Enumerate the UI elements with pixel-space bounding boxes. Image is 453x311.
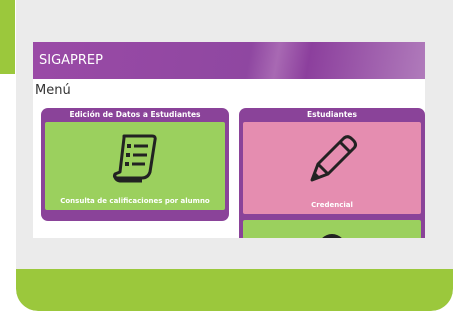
tile-label: Credencial <box>311 201 353 209</box>
menu-title: Menú <box>35 83 71 98</box>
tile-partial[interactable] <box>243 220 421 238</box>
accent-strip <box>0 0 15 74</box>
card-footer <box>16 269 453 311</box>
tile-consulta-calificaciones[interactable]: Consulta de calificaciones por alumno <box>45 122 225 210</box>
app-header: SIGAPREP <box>33 42 425 79</box>
panel-header: Estudiantes <box>307 110 357 119</box>
panel-header: Edición de Datos a Estudiantes <box>69 110 201 119</box>
tile-label: Consulta de calificaciones por alumno <box>60 197 210 205</box>
app-title: SIGAPREP <box>39 53 103 68</box>
panel-edicion-datos: Edición de Datos a Estudiantes Consulta … <box>41 108 229 221</box>
panel-estudiantes: Estudiantes Credencial <box>239 108 425 238</box>
tile-credencial[interactable]: Credencial <box>243 122 421 214</box>
app-screenshot: SIGAPREP Menú Edición de Datos a Estudia… <box>33 42 425 238</box>
